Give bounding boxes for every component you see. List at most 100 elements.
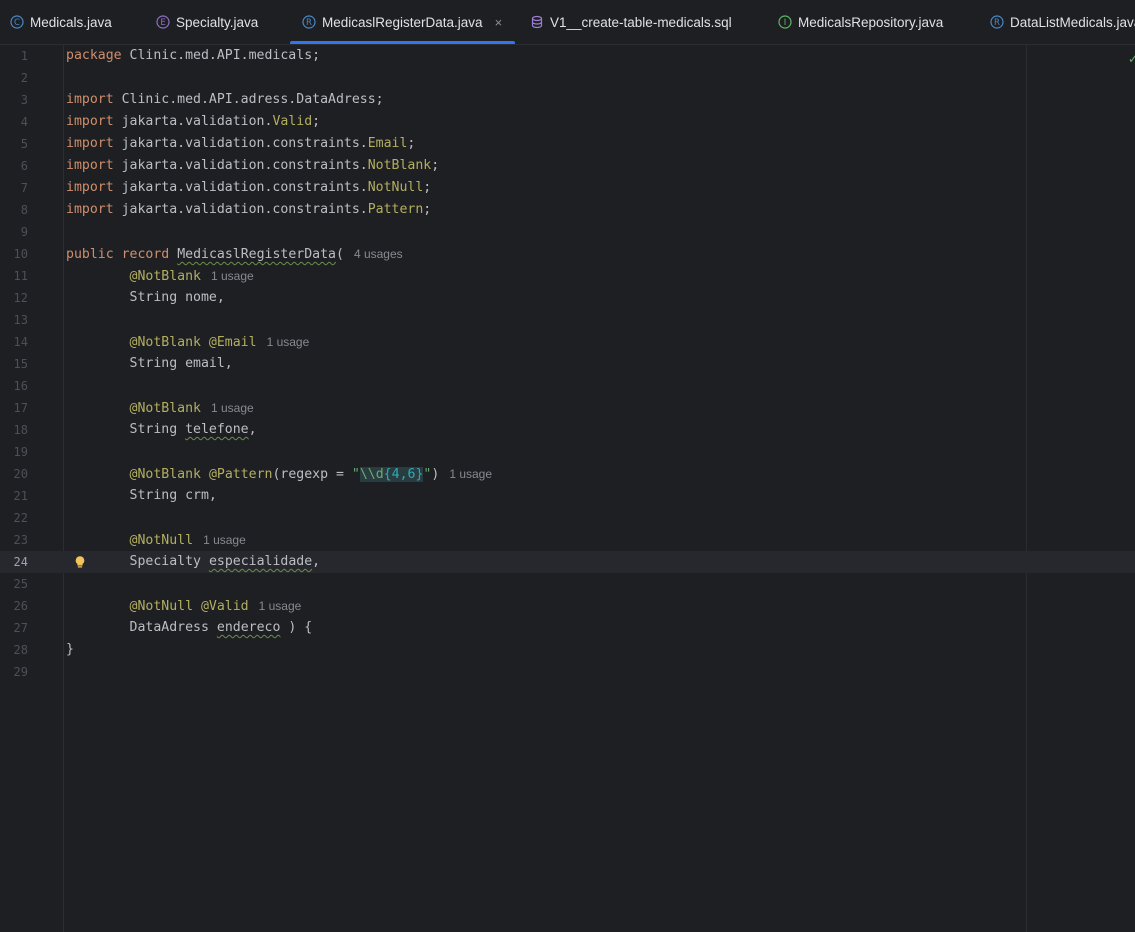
- tab-sql-migration[interactable]: V1__create-table-medicals.sql: [530, 0, 732, 44]
- enum-icon: E: [156, 15, 170, 29]
- field-name[interactable]: especialidade: [209, 554, 312, 569]
- editor-tab-bar: C Medicals.java E Specialty.java R Medic…: [0, 0, 1135, 45]
- line-number: 5: [20, 137, 28, 151]
- code-text: ,: [248, 422, 257, 437]
- code-line: 18 String telefone,: [0, 419, 1135, 441]
- code-line: 25: [0, 573, 1135, 595]
- line-number: 25: [13, 577, 28, 591]
- keyword: import: [66, 202, 114, 217]
- keyword: import: [66, 180, 114, 195]
- field-name[interactable]: telefone: [185, 422, 249, 437]
- keyword: import: [66, 92, 114, 107]
- keyword: public: [66, 247, 114, 262]
- usages-hint[interactable]: 1 usage: [267, 335, 310, 349]
- usages-hint[interactable]: 1 usage: [211, 401, 254, 415]
- svg-text:R: R: [994, 18, 1000, 28]
- tab-medicals-java[interactable]: C Medicals.java: [10, 0, 112, 44]
- tab-label: Medicals.java: [30, 14, 112, 30]
- code-line: 17 @NotBlank 1 usage: [0, 397, 1135, 419]
- code-text: DataAdress: [129, 620, 217, 635]
- regex-quantifier: 4,6: [391, 467, 416, 482]
- regex-escape: \\d: [359, 467, 384, 482]
- line-number: 10: [13, 247, 28, 261]
- regex-brace: {: [383, 467, 392, 482]
- line-number: 4: [20, 115, 28, 129]
- code-editor[interactable]: 1 package Clinic.med.API.medicals; 2 3 imp…: [0, 45, 1135, 932]
- code-text: String crm,: [129, 488, 217, 503]
- tab-label: MedicaslRegisterData.java: [322, 14, 483, 30]
- line-number: 24: [13, 555, 28, 569]
- line-number: 23: [13, 533, 28, 547]
- usages-hint[interactable]: 1 usage: [449, 467, 492, 481]
- keyword: import: [66, 136, 114, 151]
- tab-specialty-java[interactable]: E Specialty.java: [156, 0, 258, 44]
- line-number: 8: [20, 203, 28, 217]
- code-text: ): [431, 467, 440, 482]
- code-text: Clinic.med.API.adress.DataAdress;: [113, 92, 384, 107]
- line-number: 18: [13, 423, 28, 437]
- line-number: 22: [13, 511, 28, 525]
- code-line: 13: [0, 309, 1135, 331]
- record-name[interactable]: MedicaslRegisterData: [177, 247, 336, 262]
- usages-hint[interactable]: 1 usage: [211, 269, 254, 283]
- code-line: 3 import Clinic.med.API.adress.DataAdress…: [0, 89, 1135, 111]
- record-icon: R: [990, 15, 1004, 29]
- line-number: 1: [20, 49, 28, 63]
- field-name[interactable]: endereco: [217, 620, 281, 635]
- code-text: jakarta.validation.constraints.: [113, 202, 368, 217]
- line-number: 2: [20, 71, 28, 85]
- code-line: 22: [0, 507, 1135, 529]
- annotation: @NotBlank: [129, 269, 201, 284]
- code-line: 28}: [0, 639, 1135, 661]
- line-number: 11: [13, 269, 28, 283]
- svg-text:C: C: [14, 18, 20, 28]
- line-number: 12: [13, 291, 28, 305]
- code-line: 19: [0, 441, 1135, 463]
- record-icon: R: [302, 15, 316, 29]
- code-text: jakarta.validation.constraints.: [113, 136, 368, 151]
- line-number: 13: [13, 313, 28, 327]
- tab-label: V1__create-table-medicals.sql: [550, 14, 732, 30]
- code-line: 9: [0, 221, 1135, 243]
- svg-text:E: E: [160, 18, 165, 28]
- annotation: @NotBlank @Email: [129, 335, 257, 350]
- tab-label: Specialty.java: [176, 14, 259, 30]
- tab-medicalsrepository-java[interactable]: I MedicalsRepository.java: [778, 0, 943, 44]
- class-icon: C: [10, 15, 24, 29]
- line-number: 21: [13, 489, 28, 503]
- usages-hint[interactable]: 4 usages: [354, 247, 403, 261]
- line-number: 27: [13, 621, 28, 635]
- tab-datalistmedicals-java[interactable]: R DataListMedicals.java: [990, 0, 1135, 44]
- tab-label: DataListMedicals.java: [1010, 14, 1135, 30]
- line-number: 15: [13, 357, 28, 371]
- code-text: Clinic.med.API.medicals;: [121, 48, 321, 63]
- code-text: ;: [423, 180, 432, 195]
- annotation: @NotNull: [129, 533, 194, 548]
- code-text: String: [129, 422, 186, 437]
- close-tab-icon[interactable]: ×: [495, 15, 503, 30]
- annotation-type: Pattern: [367, 202, 424, 217]
- code-text: ;: [312, 114, 321, 129]
- line-number: 14: [13, 335, 28, 349]
- line-number: 17: [13, 401, 28, 415]
- code-text: String email,: [129, 356, 233, 371]
- code-line: 16: [0, 375, 1135, 397]
- annotation: @NotBlank: [129, 401, 201, 416]
- code-text: String nome,: [129, 290, 225, 305]
- usages-hint[interactable]: 1 usage: [203, 533, 246, 547]
- code-text: ,: [312, 554, 321, 569]
- code-text: Specialty: [129, 554, 209, 569]
- code-text: ;: [431, 158, 440, 173]
- line-number: 20: [13, 467, 28, 481]
- usages-hint[interactable]: 1 usage: [259, 599, 302, 613]
- keyword: import: [66, 114, 114, 129]
- code-text: (: [335, 247, 344, 262]
- code-line: 29: [0, 661, 1135, 683]
- code-line: 10 public record MedicaslRegisterData(4 u…: [0, 243, 1135, 265]
- line-number: 28: [13, 643, 28, 657]
- tab-medicaslregisterdata-java[interactable]: R MedicaslRegisterData.java ×: [290, 0, 516, 44]
- annotation-type: Email: [367, 136, 408, 151]
- code-line: 7 import jakarta.validation.constraints.N…: [0, 177, 1135, 199]
- code-line: 26 @NotNull @Valid 1 usage: [0, 595, 1135, 617]
- tab-label: MedicalsRepository.java: [798, 14, 944, 30]
